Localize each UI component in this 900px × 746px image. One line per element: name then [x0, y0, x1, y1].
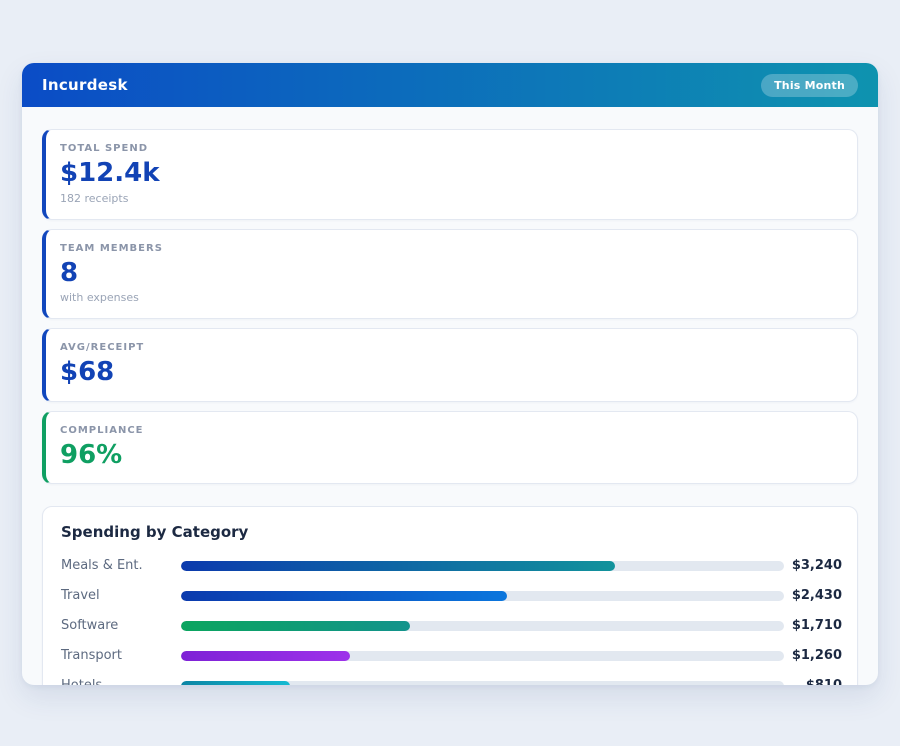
category-value: $810	[784, 678, 842, 685]
stat-label: TEAM MEMBERS	[60, 243, 841, 254]
stat-label: AVG/RECEIPT	[60, 342, 841, 353]
bar-track	[181, 621, 784, 631]
category-value: $2,430	[784, 588, 842, 603]
category-label: Hotels	[61, 678, 181, 685]
category-value: $1,260	[784, 648, 842, 663]
bar-track	[181, 561, 784, 571]
bar-fill-travel	[181, 591, 507, 601]
app-header: Incurdesk This Month	[22, 63, 878, 107]
category-label: Meals & Ent.	[61, 558, 181, 573]
category-label: Software	[61, 618, 181, 633]
stat-subtext: 182 receipts	[60, 192, 841, 205]
bar-fill-meals	[181, 561, 615, 571]
bar-fill-software	[181, 621, 410, 631]
stat-value: $68	[60, 358, 841, 387]
dashboard-body: TOTAL SPEND $12.4k 182 receipts TEAM MEM…	[22, 107, 878, 685]
bar-fill-transport	[181, 651, 350, 661]
period-selector-badge[interactable]: This Month	[761, 74, 858, 97]
category-value: $1,710	[784, 618, 842, 633]
bar-track	[181, 681, 784, 685]
stat-card-compliance: COMPLIANCE 96%	[42, 411, 858, 485]
stat-card-avg-receipt: AVG/RECEIPT $68	[42, 328, 858, 402]
stat-value: 8	[60, 259, 841, 288]
stat-label: COMPLIANCE	[60, 425, 841, 436]
stat-value: 96%	[60, 441, 841, 470]
bar-fill-hotels	[181, 681, 290, 685]
stat-subtext: with expenses	[60, 291, 841, 304]
bar-track	[181, 591, 784, 601]
chart-title: Spending by Category	[61, 523, 842, 541]
category-label: Travel	[61, 588, 181, 603]
chart-row-meals: Meals & Ent. $3,240	[61, 558, 842, 573]
category-label: Transport	[61, 648, 181, 663]
stat-card-total-spend: TOTAL SPEND $12.4k 182 receipts	[42, 129, 858, 220]
chart-row-software: Software $1,710	[61, 618, 842, 633]
stat-value: $12.4k	[60, 159, 841, 188]
chart-row-travel: Travel $2,430	[61, 588, 842, 603]
bar-track	[181, 651, 784, 661]
app-title: Incurdesk	[42, 76, 128, 94]
spending-by-category-chart: Spending by Category Meals & Ent. $3,240…	[42, 506, 858, 685]
category-value: $3,240	[784, 558, 842, 573]
chart-row-transport: Transport $1,260	[61, 648, 842, 663]
stat-card-team-members: TEAM MEMBERS 8 with expenses	[42, 229, 858, 320]
dashboard-panel: Incurdesk This Month TOTAL SPEND $12.4k …	[22, 63, 878, 685]
stat-label: TOTAL SPEND	[60, 143, 841, 154]
chart-row-hotels: Hotels $810	[61, 678, 842, 685]
